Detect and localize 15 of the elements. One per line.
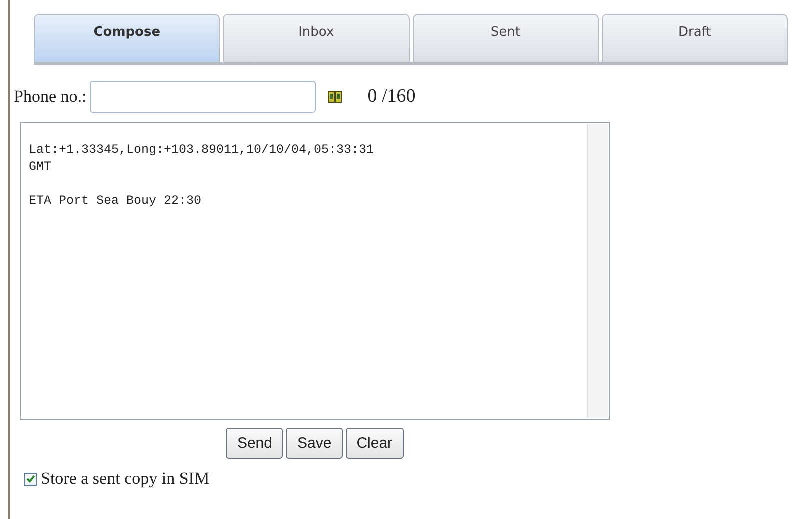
action-button[interactable]: Send — [226, 428, 284, 459]
action-button[interactable]: Save — [286, 428, 343, 459]
checkbox[interactable] — [24, 472, 37, 486]
tab[interactable]: Compose — [34, 14, 220, 62]
address-book-icon[interactable] — [328, 90, 342, 104]
tab[interactable]: Inbox — [223, 14, 410, 62]
action-button[interactable]: Clear — [346, 428, 404, 459]
character-counter: 0 /160 — [368, 86, 416, 108]
checkbox-label: Store a sent copy in SIM — [41, 469, 210, 489]
phone-label: Phone no.: — [14, 87, 87, 107]
message-field[interactable]: Lat:+1.33345,Long:+103.89011,10/10/04,05:33:31 GMT ETA Port Sea Bouy 22:30 — [20, 122, 610, 420]
scrollbar[interactable] — [587, 124, 608, 418]
tab[interactable]: Sent — [412, 14, 599, 62]
phone-field[interactable] — [90, 81, 316, 113]
tab[interactable]: Draft — [602, 14, 788, 62]
